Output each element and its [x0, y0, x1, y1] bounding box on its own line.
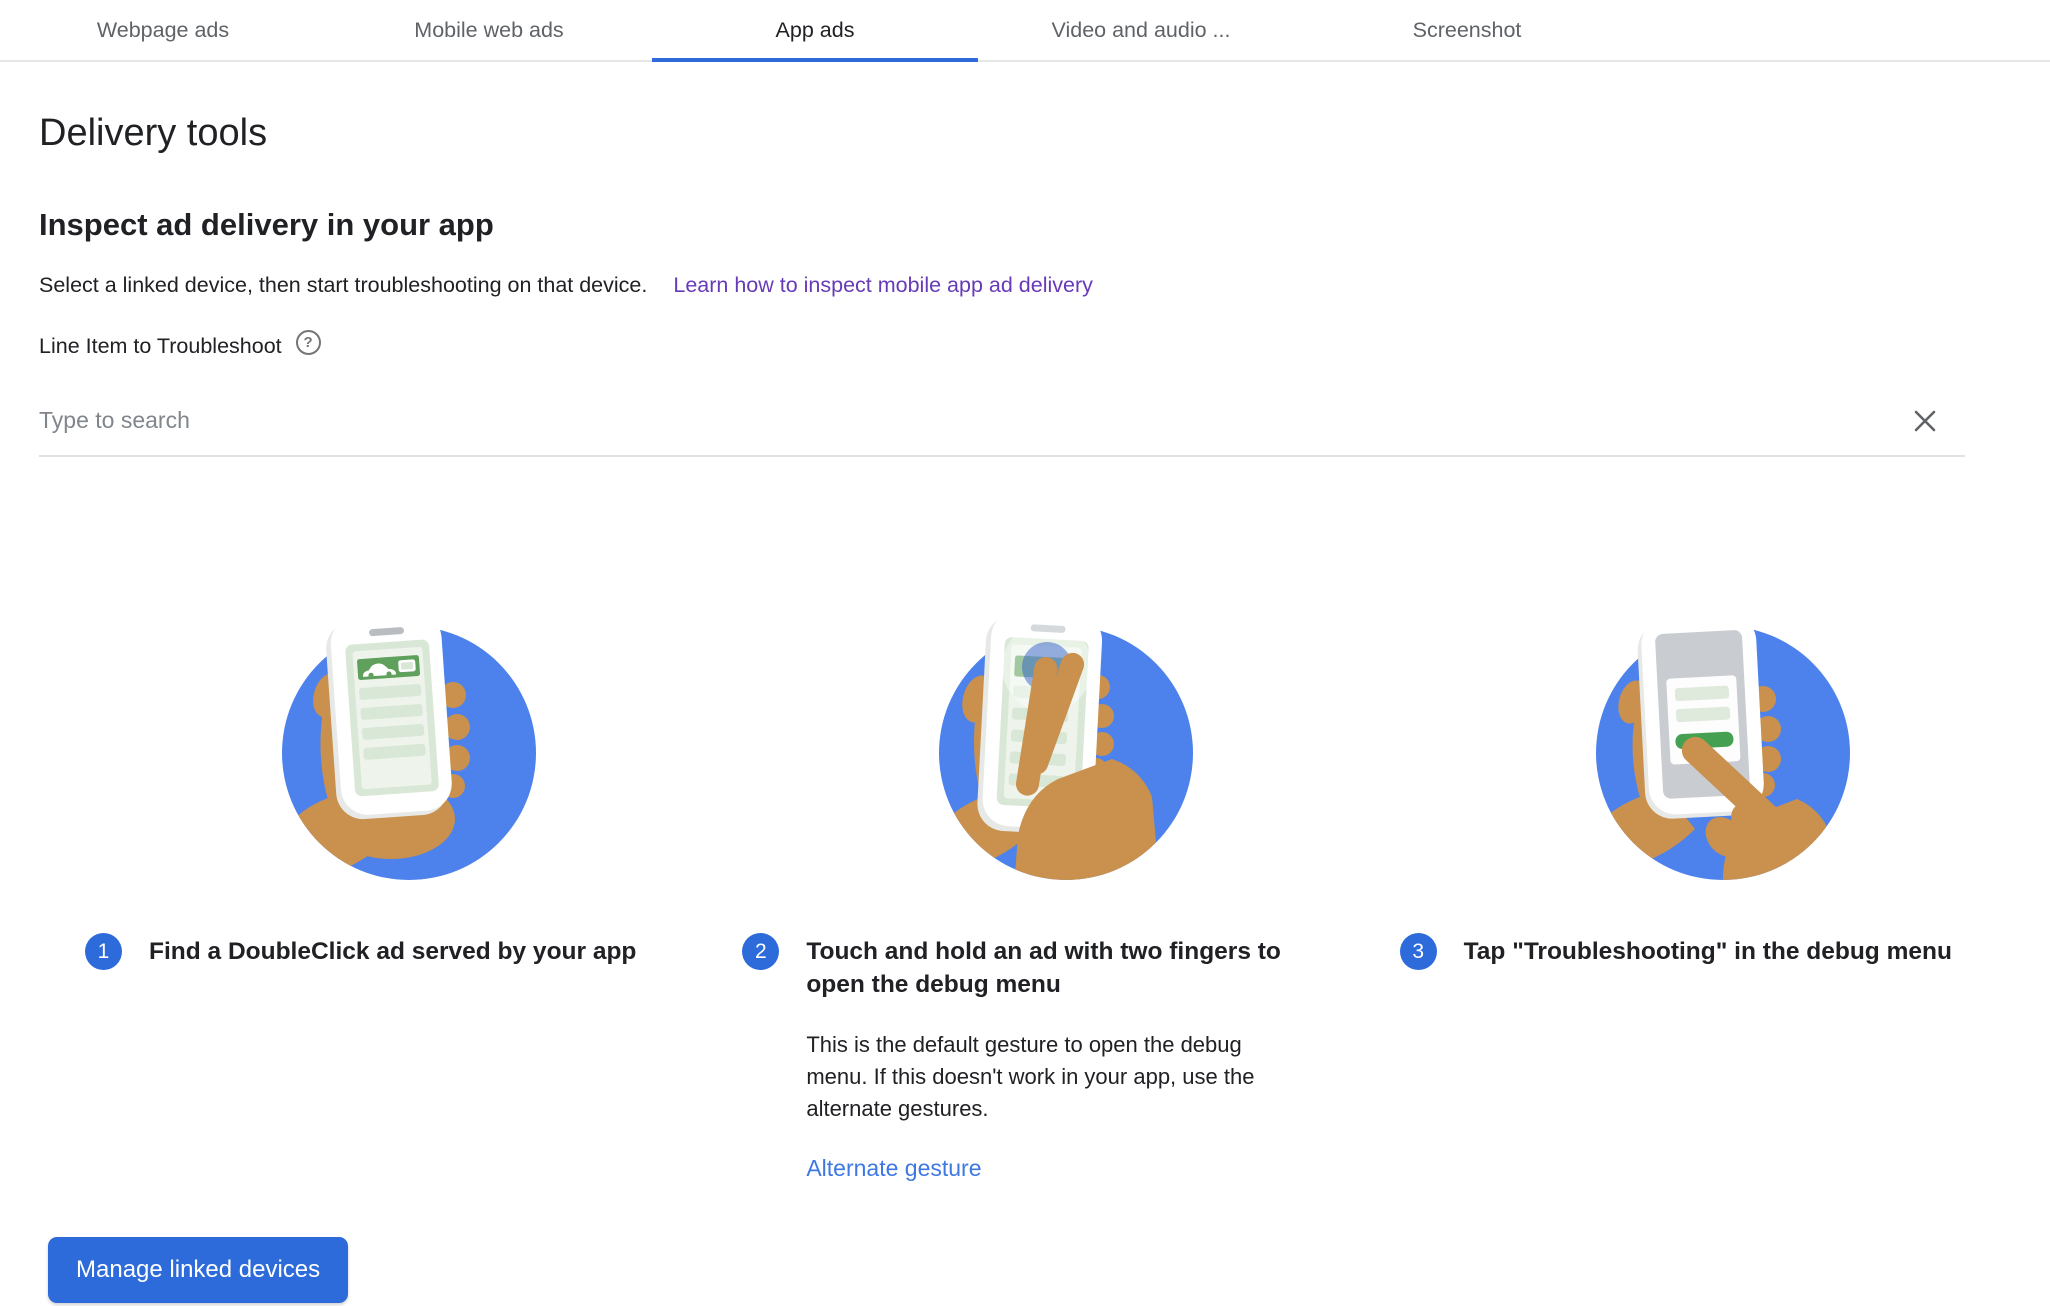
step-3-number-badge: 3	[1400, 933, 1437, 970]
step-2-illustration	[742, 607, 1345, 887]
step-1-row: 1 Find a DoubleClick ad served by your a…	[85, 933, 688, 970]
help-icon[interactable]: ?	[296, 330, 321, 355]
two-finger-touch-illustration	[926, 607, 1206, 887]
finger-tapping-debug-menu-illustration	[1583, 607, 1863, 887]
step-2: 2 Touch and hold an ad with two fingers …	[696, 607, 1353, 1182]
step-2-title: Touch and hold an ad with two fingers to…	[806, 935, 1321, 1001]
step-1-title: Find a DoubleClick ad served by your app	[149, 935, 636, 968]
tab-screenshot[interactable]: Screenshot	[1304, 0, 1630, 60]
hand-holding-phone-with-ad-illustration	[269, 607, 549, 887]
line-item-search-field	[39, 385, 1965, 457]
section-heading: Inspect ad delivery in your app	[39, 207, 2011, 243]
step-1-illustration	[85, 607, 688, 887]
tab-video-and-audio[interactable]: Video and audio ...	[978, 0, 1304, 60]
close-icon	[1910, 406, 1940, 436]
step-2-row: 2 Touch and hold an ad with two fingers …	[742, 933, 1345, 1182]
phone-graphic	[324, 610, 454, 821]
description-row: Select a linked device, then start troub…	[39, 273, 2011, 298]
tab-bar: Webpage ads Mobile web ads App ads Video…	[0, 0, 2050, 62]
alternate-gesture-link[interactable]: Alternate gesture	[806, 1155, 981, 1182]
tab-mobile-web-ads[interactable]: Mobile web ads	[326, 0, 652, 60]
steps-section: 1 Find a DoubleClick ad served by your a…	[39, 607, 2011, 1182]
tab-webpage-ads[interactable]: Webpage ads	[0, 0, 326, 60]
step-1: 1 Find a DoubleClick ad served by your a…	[39, 607, 696, 1182]
search-input[interactable]	[39, 385, 1839, 455]
learn-link[interactable]: Learn how to inspect mobile app ad deliv…	[673, 273, 1093, 298]
step-2-number-badge: 2	[742, 933, 779, 970]
step-3: 3 Tap "Troubleshooting" in the debug men…	[1354, 607, 2011, 1182]
tab-app-ads[interactable]: App ads	[652, 0, 978, 60]
line-item-label-row: Line Item to Troubleshoot ?	[39, 334, 2011, 359]
description-text: Select a linked device, then start troub…	[39, 273, 647, 298]
step-3-row: 3 Tap "Troubleshooting" in the debug men…	[1400, 933, 2003, 970]
ad-banner-graphic	[357, 655, 420, 680]
step-3-illustration	[1400, 607, 2003, 887]
page-title: Delivery tools	[39, 112, 2011, 155]
step-2-description: This is the default gesture to open the …	[806, 1029, 1296, 1125]
step-3-title: Tap "Troubleshooting" in the debug menu	[1464, 935, 1952, 968]
main-content: Delivery tools Inspect ad delivery in yo…	[0, 112, 2050, 1182]
step-1-number-badge: 1	[85, 933, 122, 970]
manage-linked-devices-button[interactable]: Manage linked devices	[48, 1237, 348, 1303]
line-item-label: Line Item to Troubleshoot	[39, 334, 282, 359]
clear-search-button[interactable]	[1909, 405, 1941, 437]
